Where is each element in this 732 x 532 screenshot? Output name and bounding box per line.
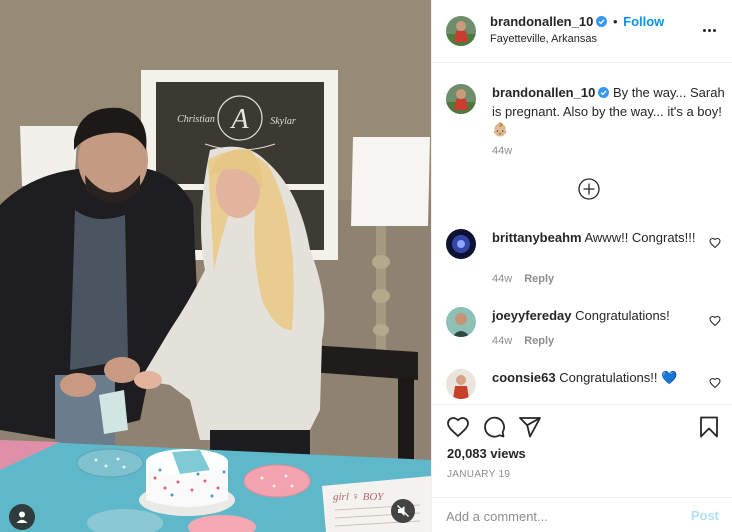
author-username[interactable]: brandonallen_10: [490, 14, 593, 29]
sign-letter: A: [229, 104, 249, 135]
share-icon[interactable]: [518, 415, 542, 439]
comment-text: Congratulations!: [575, 308, 670, 323]
mute-button[interactable]: [391, 499, 415, 523]
caption-avatar-image: [446, 84, 476, 114]
heart-icon[interactable]: [709, 377, 721, 389]
mute-icon: [397, 505, 409, 517]
comment-username[interactable]: coonsie63: [492, 370, 556, 385]
comment-meta: 44w Reply: [492, 335, 554, 347]
video-frame: A Christian Skylar girl ♀ BOY: [0, 0, 431, 532]
comment-time[interactable]: 44w: [492, 273, 512, 285]
verified-icon: [596, 16, 608, 27]
sign-name-right: Skylar: [270, 116, 296, 127]
post-comment-button[interactable]: Post: [691, 508, 719, 523]
follow-button[interactable]: Follow: [623, 14, 664, 29]
heart-icon[interactable]: [709, 237, 721, 249]
comment-item: brittanybeahm Awww!! Congrats!!!: [492, 229, 707, 246]
commenter-avatar-image: [446, 369, 476, 399]
post-video[interactable]: A Christian Skylar girl ♀ BOY: [0, 0, 431, 532]
caption-avatar[interactable]: [446, 84, 476, 114]
verified-icon: [598, 87, 610, 98]
comment-input[interactable]: [446, 506, 676, 526]
comment-item: joeyyfereday Congratulations!: [492, 307, 707, 324]
load-more-icon[interactable]: [578, 178, 600, 200]
more-options-button[interactable]: [699, 22, 719, 38]
commenter-avatar[interactable]: [446, 307, 476, 337]
bookmark-icon[interactable]: [697, 415, 721, 439]
post-side-panel: brandonallen_10 • Follow Fayetteville, A…: [431, 0, 732, 532]
sign-name-left: Christian: [177, 114, 215, 125]
post-caption: brandonallen_10 By the way... Sarah is p…: [492, 84, 726, 140]
commenter-avatar[interactable]: [446, 229, 476, 259]
commenter-avatar[interactable]: [446, 369, 476, 399]
view-count[interactable]: 20,083 views: [447, 446, 526, 461]
card-text: girl ♀ BOY: [333, 491, 385, 503]
post-header: brandonallen_10 • Follow Fayetteville, A…: [432, 0, 732, 63]
avatar[interactable]: [446, 16, 476, 46]
tag-user-button[interactable]: [9, 504, 35, 530]
commenter-avatar-image: [446, 307, 476, 337]
more-icon-dot: [707, 28, 711, 32]
post-date[interactable]: JANUARY 19: [447, 469, 510, 480]
reply-button[interactable]: Reply: [524, 273, 554, 285]
comment-text: Awww!! Congrats!!!: [584, 230, 696, 245]
comment-meta: 44w Reply: [492, 273, 554, 285]
lamp-shade-right: [351, 137, 430, 226]
author-avatar-image: [446, 16, 476, 46]
reply-button[interactable]: Reply: [524, 335, 554, 347]
comment-username[interactable]: brittanybeahm: [492, 230, 582, 245]
comment-text: Congratulations!! 💙: [559, 370, 678, 385]
more-icon: [702, 28, 706, 32]
post-actions: 20,083 views JANUARY 19 Post: [432, 404, 732, 532]
caption-time[interactable]: 44w: [492, 145, 512, 157]
add-comment-bar: Post: [432, 497, 732, 532]
post-location[interactable]: Fayetteville, Arkansas: [490, 33, 597, 45]
like-heart-icon[interactable]: [446, 415, 470, 439]
instagram-post: A Christian Skylar girl ♀ BOY brandonall…: [0, 0, 732, 532]
tag-user-icon: [16, 511, 28, 523]
dot-separator: •: [612, 14, 618, 29]
heart-icon[interactable]: [709, 315, 721, 327]
comment-item: coonsie63 Congratulations!! 💙: [492, 369, 707, 386]
commenter-avatar-image: [446, 229, 476, 259]
more-icon-dot: [712, 28, 716, 32]
comment-username[interactable]: joeyyfereday: [492, 308, 572, 323]
comment-icon[interactable]: [482, 415, 506, 439]
caption-username[interactable]: brandonallen_10: [492, 85, 595, 100]
comment-time[interactable]: 44w: [492, 335, 512, 347]
